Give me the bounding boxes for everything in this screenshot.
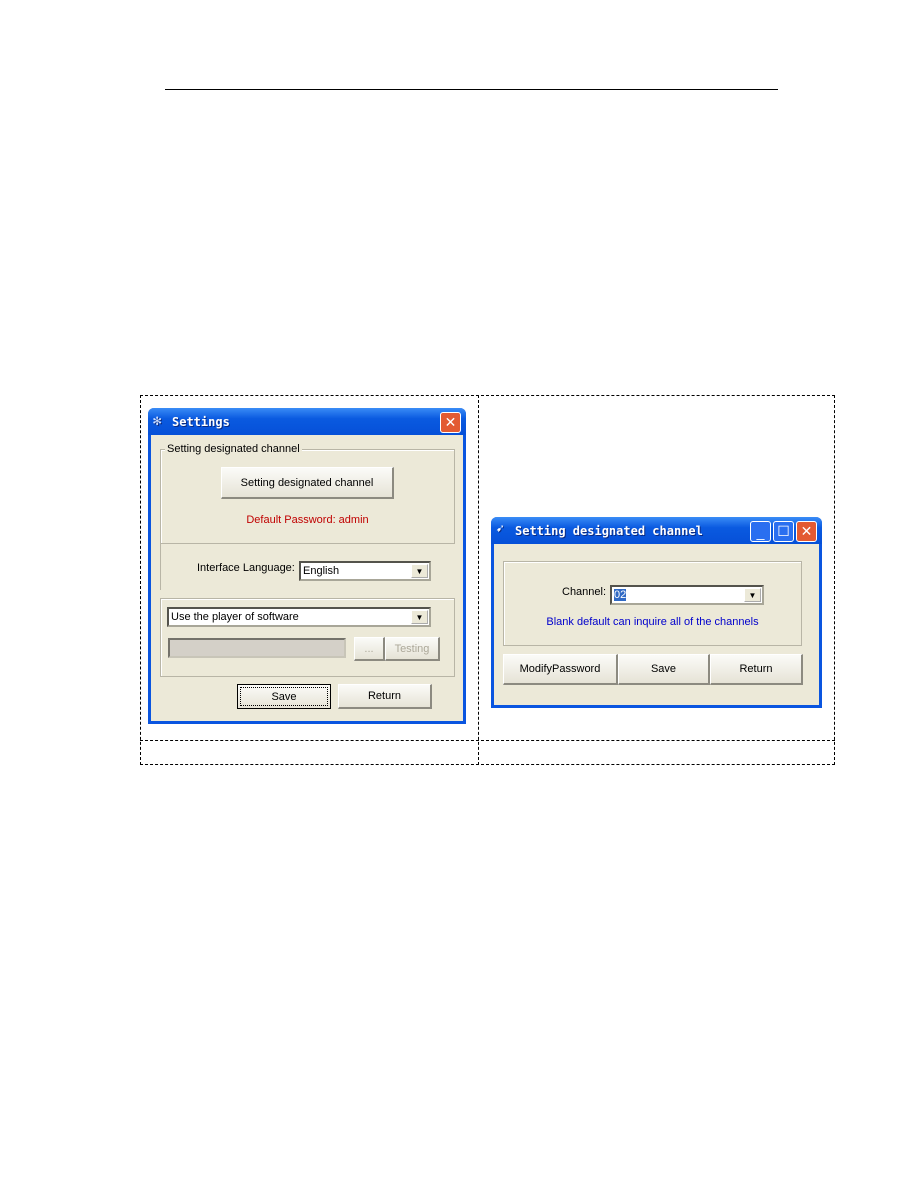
title-bar: ✻ Settings	[148, 408, 466, 435]
language-value: English	[303, 565, 340, 577]
path-input[interactable]	[168, 638, 346, 658]
minimize-button[interactable]: _	[750, 521, 771, 542]
group-label: Setting designated channel	[165, 443, 302, 455]
return-button[interactable]: Return	[338, 684, 432, 709]
maximize-icon: ☐	[777, 523, 790, 539]
save-button[interactable]: Save	[237, 684, 331, 709]
header-rule	[165, 89, 778, 90]
close-button[interactable]: ✕	[796, 521, 817, 542]
testing-button[interactable]: Testing	[385, 637, 440, 661]
close-button[interactable]: ✕	[440, 412, 461, 433]
channel-label: Channel:	[562, 586, 607, 598]
modify-password-button[interactable]: ModifyPassword	[503, 654, 618, 685]
channel-select[interactable]: 02 ▼	[610, 585, 764, 605]
table-divider	[140, 740, 835, 741]
window-title: Settings	[172, 414, 230, 429]
setting-channel-button[interactable]: Setting designated channel	[221, 467, 394, 499]
player-select[interactable]: Use the player of software ▼	[167, 607, 431, 627]
player-value: Use the player of software	[171, 611, 299, 623]
close-icon: ✕	[444, 414, 457, 430]
window-title: Setting designated channel	[515, 523, 703, 538]
chevron-down-icon: ▼	[411, 564, 428, 578]
app-icon: ➹	[496, 522, 504, 537]
save-button[interactable]: Save	[618, 654, 710, 685]
document-page: ✻ Settings ✕ Setting designated channel …	[0, 0, 918, 1188]
language-select[interactable]: English ▼	[299, 561, 431, 581]
divider	[160, 544, 161, 590]
chevron-down-icon: ▼	[411, 610, 428, 624]
default-password-text: Default Password: admin	[246, 514, 369, 526]
table-divider	[478, 395, 479, 765]
minimize-icon: _	[756, 523, 765, 540]
close-icon: ✕	[800, 523, 813, 539]
browse-button[interactable]: ...	[354, 637, 385, 661]
chevron-down-icon: ▼	[744, 588, 761, 602]
language-label: Interface Language:	[197, 562, 295, 574]
maximize-button[interactable]: ☐	[773, 521, 794, 542]
channel-value: 02	[614, 589, 627, 601]
gear-icon: ✻	[153, 413, 162, 429]
return-button[interactable]: Return	[710, 654, 803, 685]
hint-text: Blank default can inquire all of the cha…	[546, 616, 759, 628]
